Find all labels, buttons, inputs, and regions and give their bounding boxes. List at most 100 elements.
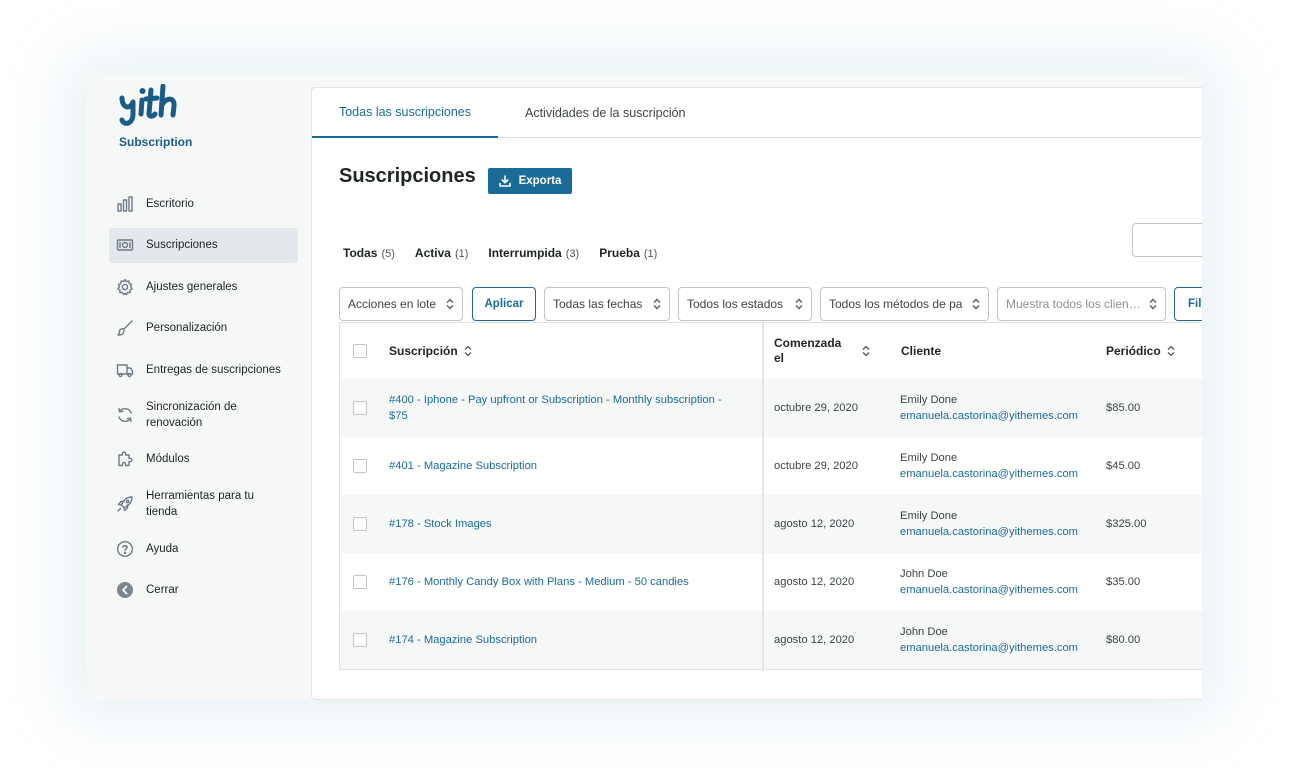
- sidebar-item-label: Sincronización de renovación: [146, 400, 237, 429]
- row-checkbox[interactable]: [353, 401, 367, 415]
- sidebar-item-label: Escritorio: [146, 197, 194, 210]
- bulk-actions-select[interactable]: Acciones en lote: [339, 287, 463, 321]
- customer-email[interactable]: emanuela.castorina@yithemes.com: [900, 642, 1078, 654]
- customer-email[interactable]: emanuela.castorina@yithemes.com: [900, 584, 1078, 596]
- main-panel: Todas las suscripciones Actividades de l…: [311, 87, 1202, 700]
- money-icon: [116, 236, 134, 254]
- sidebar-item-label: Herramientas para tu tienda: [146, 490, 255, 518]
- chevron-updown-icon: [446, 298, 454, 310]
- gear-icon: [116, 278, 134, 296]
- help-icon: [116, 540, 134, 558]
- payment-method-filter-select[interactable]: Todos los métodos de pa: [820, 287, 989, 321]
- plugin-name: Subscription: [119, 135, 193, 149]
- amount: $45.00: [1106, 460, 1141, 472]
- chevron-updown-icon: [972, 298, 980, 310]
- select-all-checkbox[interactable]: [353, 344, 367, 358]
- sidebar-item-label: Entregas de suscripciones: [146, 363, 281, 376]
- subscription-link[interactable]: #178 - Stock Images: [389, 516, 492, 532]
- subscription-link[interactable]: #400 - Iphone - Pay upfront or Subscript…: [389, 392, 749, 424]
- page-title: Suscripciones: [339, 165, 476, 187]
- sort-icon: [862, 345, 870, 357]
- column-header-subscription[interactable]: Suscripción: [389, 344, 472, 358]
- row-checkbox[interactable]: [353, 633, 367, 647]
- sidebar-item-label: Suscripciones: [146, 239, 218, 251]
- export-button[interactable]: Exporta: [488, 168, 572, 194]
- amount: $325.00: [1106, 518, 1147, 530]
- chevron-updown-icon: [653, 298, 661, 310]
- sidebar-item-label: Ayuda: [146, 542, 179, 555]
- date-filter-select[interactable]: Todas las fechas: [544, 287, 670, 321]
- start-date: octubre 29, 2020: [774, 460, 858, 472]
- sidebar-item-sincronizacion[interactable]: Sincronización de renovación: [109, 394, 298, 436]
- table-header: Suscripción Comenzada el Cliente Periódic…: [340, 323, 1202, 379]
- sidebar-item-label: Módulos: [146, 453, 190, 465]
- close-circle-icon: [116, 581, 134, 599]
- view-interrumpida[interactable]: Interrumpida (3): [488, 246, 579, 260]
- table-row: #401 - Magazine Subscription octubre 29,…: [340, 437, 1202, 495]
- bar-chart-icon: [116, 195, 134, 213]
- view-prueba[interactable]: Prueba (1): [599, 246, 657, 260]
- table-row: #400 - Iphone - Pay upfront or Subscript…: [340, 379, 1202, 437]
- status-filter-select[interactable]: Todos los estados: [678, 287, 812, 321]
- sidebar: Subscription Escritorio Suscripciones Aj…: [86, 74, 311, 700]
- column-header-started[interactable]: Comenzada el: [774, 336, 870, 366]
- row-checkbox[interactable]: [353, 459, 367, 473]
- sidebar-nav: Escritorio Suscripciones Ajustes general…: [109, 186, 298, 614]
- view-todas[interactable]: Todas (5): [343, 246, 395, 260]
- tab-bar: Todas las suscripciones Actividades de l…: [312, 88, 1202, 138]
- puzzle-icon: [116, 450, 134, 468]
- customer-name: Emily Done: [900, 394, 958, 406]
- sidebar-item-label: Cerrar: [146, 584, 179, 596]
- tab-todas-las-suscripciones[interactable]: Todas las suscripciones: [312, 88, 498, 138]
- customer-cell: John Doe emanuela.castorina@yithemes.com: [900, 566, 1078, 598]
- chevron-updown-icon: [795, 298, 803, 310]
- tab-actividades[interactable]: Actividades de la suscripción: [525, 88, 686, 138]
- customer-cell: Emily Done emanuela.castorina@yithemes.c…: [900, 392, 1078, 424]
- start-date: octubre 29, 2020: [774, 402, 858, 414]
- subscription-link[interactable]: #174 - Magazine Subscription: [389, 632, 537, 648]
- subscriptions-table: Suscripción Comenzada el Cliente Periódic…: [339, 322, 1202, 671]
- column-divider: [762, 323, 764, 671]
- chevron-updown-icon: [1149, 298, 1157, 310]
- amount: $35.00: [1106, 576, 1141, 588]
- customer-email[interactable]: emanuela.castorina@yithemes.com: [900, 410, 1078, 422]
- customer-email[interactable]: emanuela.castorina@yithemes.com: [900, 468, 1078, 480]
- sidebar-item-modulos[interactable]: Módulos: [109, 442, 298, 477]
- sidebar-item-entregas[interactable]: Entregas de suscripciones: [109, 352, 298, 387]
- customer-name: Emily Done: [900, 510, 958, 522]
- sidebar-item-ayuda[interactable]: Ayuda: [109, 531, 298, 566]
- subscription-link[interactable]: #176 - Monthly Candy Box with Plans - Me…: [389, 574, 689, 590]
- sidebar-item-personalizacion[interactable]: Personalización: [109, 311, 298, 346]
- start-date: agosto 12, 2020: [774, 518, 855, 530]
- sidebar-item-cerrar[interactable]: Cerrar: [109, 573, 298, 608]
- subscription-link[interactable]: #401 - Magazine Subscription: [389, 458, 537, 474]
- export-button-label: Exporta: [518, 175, 562, 187]
- customer-filter-select[interactable]: Muestra todos los clien…: [997, 287, 1166, 321]
- sidebar-item-ajustes-generales[interactable]: Ajustes generales: [109, 269, 298, 304]
- customer-cell: John Doe emanuela.castorina@yithemes.com: [900, 624, 1078, 656]
- sidebar-item-label: Ajustes generales: [146, 280, 238, 293]
- customer-name: Emily Done: [900, 452, 958, 464]
- column-header-period[interactable]: Periódico: [1106, 344, 1175, 358]
- apply-button[interactable]: Aplicar: [472, 287, 536, 321]
- table-row: #178 - Stock Images agosto 12, 2020 Emil…: [340, 495, 1202, 553]
- search-input[interactable]: [1132, 223, 1202, 257]
- amount: $85.00: [1106, 402, 1141, 414]
- row-checkbox[interactable]: [353, 517, 367, 531]
- brush-icon: [116, 319, 134, 337]
- refresh-icon: [116, 406, 134, 424]
- rocket-icon: [116, 495, 134, 513]
- sidebar-item-herramientas[interactable]: Herramientas para tu tienda: [109, 483, 298, 525]
- sort-icon: [1167, 345, 1175, 357]
- sidebar-item-escritorio[interactable]: Escritorio: [109, 186, 298, 221]
- view-activa[interactable]: Activa (1): [415, 246, 468, 260]
- amount: $80.00: [1106, 634, 1141, 646]
- start-date: agosto 12, 2020: [774, 634, 855, 646]
- sidebar-item-suscripciones[interactable]: Suscripciones: [109, 227, 298, 263]
- row-checkbox[interactable]: [353, 575, 367, 589]
- customer-email[interactable]: emanuela.castorina@yithemes.com: [900, 526, 1078, 538]
- table-row: #176 - Monthly Candy Box with Plans - Me…: [340, 553, 1202, 611]
- yith-logo: [119, 84, 177, 126]
- filter-button[interactable]: Filt: [1174, 287, 1202, 321]
- sort-icon: [464, 345, 472, 357]
